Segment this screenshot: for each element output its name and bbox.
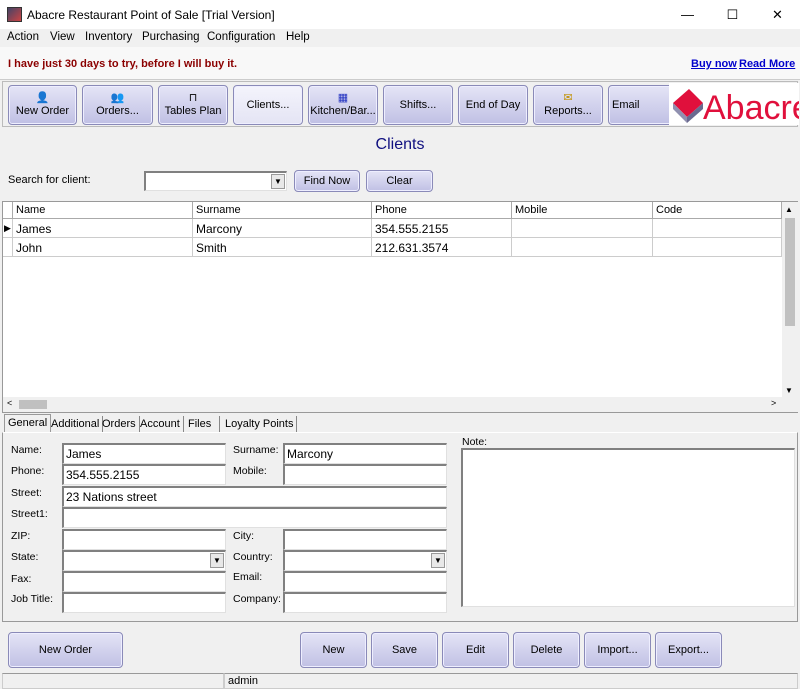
scroll-left-icon[interactable]: < (7, 398, 12, 408)
trial-banner: I have just 30 days to try, before I wil… (0, 47, 800, 80)
scroll-right-icon[interactable]: > (771, 398, 776, 408)
menu-help[interactable]: Help (286, 31, 310, 43)
search-label: Search for client: (8, 174, 91, 186)
close-button[interactable]: ✕ (755, 0, 800, 29)
minimize-button[interactable]: — (665, 0, 710, 29)
column-header-name[interactable]: Name (13, 202, 193, 219)
delete-button[interactable]: Delete (513, 632, 580, 668)
company-field[interactable] (283, 592, 447, 613)
job-title-field[interactable] (62, 592, 226, 613)
note-textarea[interactable] (461, 448, 795, 607)
city-field[interactable] (283, 529, 447, 550)
tab-account[interactable]: Account (137, 416, 184, 433)
phone-field[interactable]: 354.555.2155 (62, 464, 226, 485)
menu-bar: Action View Inventory Purchasing Configu… (0, 29, 800, 47)
column-header-surname[interactable]: Surname (193, 202, 372, 219)
menu-inventory[interactable]: Inventory (85, 31, 132, 43)
column-header-code[interactable]: Code (653, 202, 782, 219)
buy-now-link[interactable]: Buy now (691, 58, 737, 70)
street1-field[interactable] (62, 507, 447, 528)
name-field[interactable]: James (62, 443, 226, 464)
export-button[interactable]: Export... (655, 632, 722, 668)
user-add-icon: 👤 (35, 92, 50, 104)
menu-action[interactable]: Action (7, 31, 39, 43)
svg-text:Abacre: Abacre (703, 89, 799, 125)
clients-grid: Name Surname Phone Mobile Code ▶ James M… (2, 201, 798, 413)
import-button[interactable]: Import... (584, 632, 651, 668)
scroll-down-icon[interactable]: ▼ (785, 386, 793, 395)
window-title: Abacre Restaurant Point of Sale [Trial V… (27, 8, 275, 22)
street-field[interactable]: 23 Nations street (62, 486, 447, 507)
vertical-scrollbar[interactable]: ▲ ▼ (782, 202, 798, 397)
zip-field[interactable] (62, 529, 226, 550)
menu-view[interactable]: View (50, 31, 75, 43)
tab-files[interactable]: Files (185, 416, 220, 433)
title-bar: Abacre Restaurant Point of Sale [Trial V… (0, 0, 800, 29)
kitchen-icon: ▦ (337, 92, 349, 104)
users-icon: 👥 (110, 92, 125, 104)
search-client-combo[interactable]: ▼ (144, 171, 287, 191)
horizontal-scrollbar[interactable]: < > (3, 397, 798, 412)
scroll-up-icon[interactable]: ▲ (785, 205, 793, 214)
toolbar-kitchen-bar-button[interactable]: ▦ Kitchen/Bar... (308, 85, 378, 125)
toolbar-orders-button[interactable]: 👥 Orders... (82, 85, 153, 125)
tab-additional[interactable]: Additional (48, 416, 104, 433)
scroll-thumb[interactable] (19, 400, 47, 409)
page-title: Clients (375, 136, 425, 153)
toolbar-email-sender-button[interactable]: Email Sender (608, 85, 678, 125)
chevron-down-icon[interactable]: ▼ (271, 174, 285, 189)
find-now-button[interactable]: Find Now (294, 170, 360, 192)
row-indicator-icon: ▶ (3, 219, 13, 238)
mobile-field[interactable] (283, 464, 447, 485)
scroll-thumb[interactable] (785, 218, 795, 326)
status-user: admin (224, 673, 798, 689)
reports-icon: ✉ (563, 92, 573, 104)
toolbar-clients-button[interactable]: Clients... (233, 85, 303, 125)
menu-purchasing[interactable]: Purchasing (142, 31, 200, 43)
chevron-down-icon[interactable]: ▼ (431, 553, 445, 568)
save-button[interactable]: Save (371, 632, 438, 668)
column-header-mobile[interactable]: Mobile (512, 202, 653, 219)
country-combo[interactable]: ▼ (283, 550, 447, 571)
toolbar: 👤 New Order 👥 Orders... ⊓ Tables Plan Clien… (2, 81, 800, 127)
fax-field[interactable] (62, 571, 226, 592)
surname-field[interactable]: Marcony (283, 443, 447, 464)
menu-configuration[interactable]: Configuration (207, 31, 275, 43)
new-button[interactable]: New (300, 632, 367, 668)
column-header-phone[interactable]: Phone (372, 202, 512, 219)
edit-button[interactable]: Edit (442, 632, 509, 668)
tab-orders[interactable]: Orders (99, 416, 140, 433)
chevron-down-icon[interactable]: ▼ (210, 553, 224, 568)
tab-general[interactable]: General (4, 414, 52, 433)
new-order-button[interactable]: New Order (8, 632, 123, 668)
clear-button[interactable]: Clear (366, 170, 433, 192)
table-icon: ⊓ (188, 92, 198, 104)
logo-cube-icon: Abacre (673, 89, 800, 127)
status-panel (2, 673, 224, 689)
toolbar-reports-button[interactable]: ✉ Reports... (533, 85, 603, 125)
toolbar-shifts-button[interactable]: Shifts... (383, 85, 453, 125)
status-bar: admin (0, 672, 800, 689)
abacre-logo: Abacre (669, 83, 800, 127)
toolbar-tables-plan-button[interactable]: ⊓ Tables Plan (158, 85, 228, 125)
read-more-link[interactable]: Read More (739, 58, 795, 70)
email-field[interactable] (283, 571, 447, 592)
toolbar-end-of-day-button[interactable]: End of Day (458, 85, 528, 125)
tab-loyalty-points[interactable]: Loyalty Points (222, 416, 298, 433)
maximize-button[interactable]: ☐ (710, 0, 755, 29)
state-combo[interactable]: ▼ (62, 550, 226, 571)
trial-message: I have just 30 days to try, before I wil… (8, 58, 238, 70)
app-icon (7, 7, 22, 22)
toolbar-new-order-button[interactable]: 👤 New Order (8, 85, 77, 125)
